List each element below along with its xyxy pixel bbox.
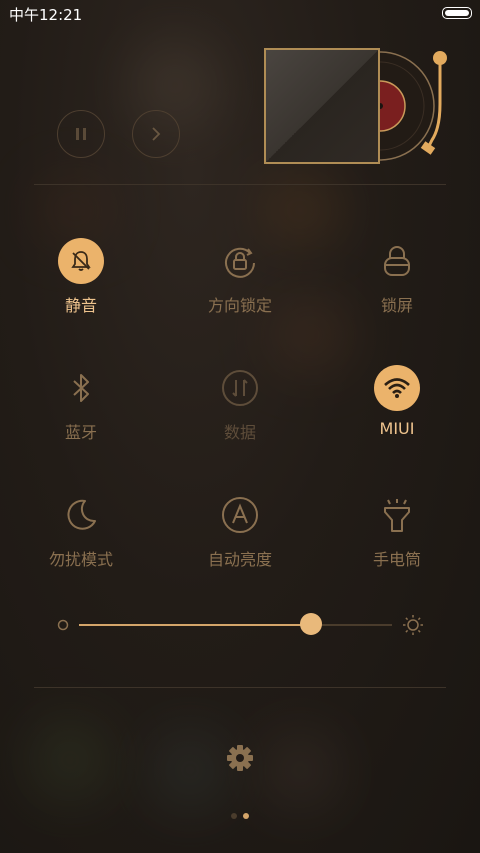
toggle-mute[interactable]: 静音 xyxy=(26,238,136,316)
icon-circle xyxy=(217,238,263,284)
toggle-rotation-lock[interactable]: 方向锁定 xyxy=(185,238,295,316)
icon-circle xyxy=(58,365,104,411)
page-dot-active[interactable] xyxy=(243,813,249,819)
divider xyxy=(34,687,446,688)
toggle-label: 自动亮度 xyxy=(207,550,272,569)
icon-circle xyxy=(374,365,420,411)
wifi-icon xyxy=(384,378,410,398)
toggle-bluetooth[interactable]: 蓝牙 xyxy=(26,365,136,443)
chevron-right-icon xyxy=(152,127,161,141)
toggle-auto-brightness[interactable]: 自动亮度 xyxy=(185,492,295,570)
brightness-slider[interactable] xyxy=(56,612,426,638)
data-icon xyxy=(222,370,258,406)
slider-track[interactable] xyxy=(79,624,392,626)
next-button[interactable] xyxy=(132,110,180,158)
toggle-label: 勿扰模式 xyxy=(48,550,113,569)
icon-circle xyxy=(217,365,263,411)
background-blur xyxy=(260,180,340,240)
toggle-label: MIUI xyxy=(379,419,415,438)
lock-icon xyxy=(384,246,410,276)
bluetooth-icon xyxy=(73,374,89,402)
toggle-lock-screen[interactable]: 锁屏 xyxy=(342,238,452,316)
status-bar: 中午12:21 xyxy=(0,0,480,26)
pause-button[interactable] xyxy=(57,110,105,158)
toggle-label: 数据 xyxy=(223,423,256,442)
page-dot[interactable] xyxy=(231,813,237,819)
brightness-high-icon xyxy=(403,615,423,635)
slider-thumb[interactable] xyxy=(299,613,322,635)
toggle-label: 锁屏 xyxy=(380,296,413,315)
flashlight-icon xyxy=(384,499,410,532)
background-blur xyxy=(40,180,110,240)
divider xyxy=(34,184,446,185)
toggle-label: 手电筒 xyxy=(372,550,421,569)
background-blur xyxy=(150,730,230,810)
toggle-label: 蓝牙 xyxy=(64,423,97,442)
icon-circle xyxy=(58,238,104,284)
slider-fill xyxy=(79,624,311,626)
toggle-data[interactable]: 数据 xyxy=(185,365,295,443)
background-blur xyxy=(30,720,110,800)
brightness-low-icon xyxy=(57,619,69,631)
rotation-lock-icon xyxy=(225,247,255,278)
icon-circle xyxy=(58,492,104,538)
moon-icon xyxy=(67,499,96,530)
background-blur xyxy=(260,730,340,810)
icon-circle xyxy=(374,492,420,538)
album-player[interactable] xyxy=(262,44,452,168)
pause-icon xyxy=(76,128,86,140)
bell-off-icon xyxy=(71,251,91,271)
settings-button[interactable] xyxy=(222,740,258,776)
icon-circle xyxy=(374,238,420,284)
icon-circle xyxy=(217,492,263,538)
toggle-label: 静音 xyxy=(64,296,97,315)
auto-brightness-icon xyxy=(222,497,258,533)
toggle-flashlight[interactable]: 手电筒 xyxy=(342,492,452,570)
status-time: 中午12:21 xyxy=(9,6,83,24)
toggle-do-not-disturb[interactable]: 勿扰模式 xyxy=(26,492,136,570)
toggle-wifi[interactable]: MIUI xyxy=(342,365,452,438)
toggle-label: 方向锁定 xyxy=(207,296,272,315)
album-cover xyxy=(264,48,380,164)
gear-icon xyxy=(227,745,253,771)
battery-icon xyxy=(442,7,472,19)
